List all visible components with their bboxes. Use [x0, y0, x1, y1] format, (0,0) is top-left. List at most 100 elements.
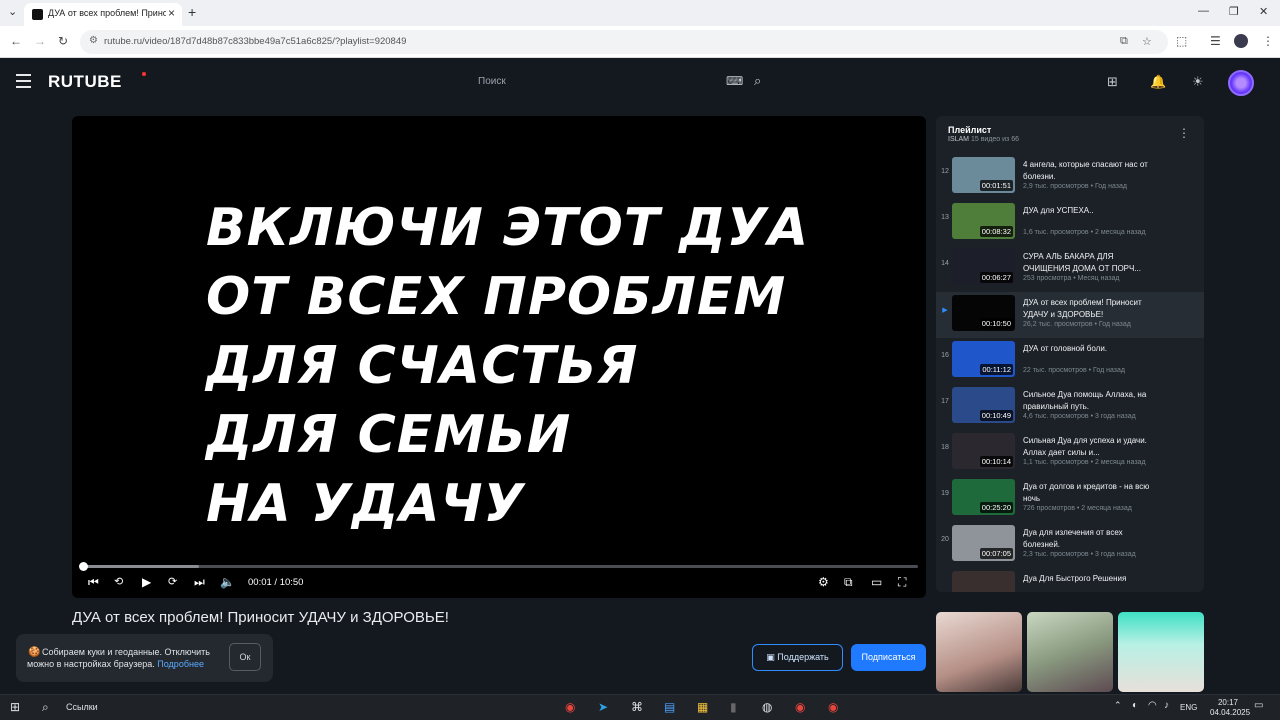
browser-tab-bar: ⌄ ДУА от всех проблем! Прино × + — ❐ ✕ — [0, 0, 1280, 26]
cookie-ok-button[interactable]: Ок — [229, 643, 261, 671]
telegram-icon[interactable]: ➤ — [598, 700, 608, 714]
app-icon[interactable]: ▮ — [730, 700, 737, 714]
taskbar-search-icon[interactable]: ⌕ — [42, 700, 49, 715]
play-icon[interactable]: ▶ — [142, 575, 151, 589]
new-tab-icon[interactable]: + — [188, 4, 196, 20]
speaker-icon[interactable]: ♪ — [1164, 700, 1169, 711]
volume-icon[interactable]: 🔈 — [220, 575, 235, 589]
forward-10-icon[interactable]: ⟳ — [168, 575, 177, 588]
playlist-item-title[interactable]: Дуа от долгов и кредитов - на всю ночь — [1023, 481, 1153, 505]
support-button[interactable]: ▣ Поддержать — [752, 644, 843, 671]
capcut-icon[interactable]: ⌘ — [631, 700, 643, 714]
playlist-item[interactable]: 12 00:01:51 4 ангела, которые спасают нас … — [936, 154, 1204, 200]
install-app-icon[interactable]: ⧉ — [1120, 35, 1128, 48]
minimize-icon[interactable]: — — [1198, 5, 1209, 17]
playlist-item-thumbnail[interactable]: 00:08:32 — [952, 203, 1015, 239]
rewind-10-icon[interactable]: ⟲ — [114, 575, 123, 588]
playlist-item[interactable]: 18 00:10:14 Сильная Дуа для успеха и удачи… — [936, 430, 1204, 476]
playlist-item-thumbnail[interactable]: 00:10:14 — [952, 433, 1015, 469]
upload-video-icon[interactable]: ⊞ — [1107, 74, 1118, 90]
tray-chevron-icon[interactable]: ⌃ — [1114, 700, 1122, 711]
playlist-item-title[interactable]: ДУА от всех проблем! Приносит УДАЧУ и ЗД… — [1023, 297, 1153, 321]
playlist-item[interactable]: Дуа Для Быстрого Решения — [936, 568, 1204, 592]
maximize-icon[interactable]: ❐ — [1229, 5, 1239, 18]
browser-tab[interactable]: ДУА от всех проблем! Прино × — [24, 3, 182, 26]
settings-gear-icon[interactable]: ⚙ — [818, 575, 829, 589]
progress-bar[interactable] — [79, 562, 918, 571]
reading-list-icon[interactable]: ☰ — [1210, 34, 1221, 48]
ad-card[interactable] — [936, 612, 1022, 692]
browser-menu-icon[interactable]: ⋮ — [1262, 34, 1274, 48]
playlist-item[interactable]: 17 00:10:49 Сильное Дуа помощь Аллаха, на … — [936, 384, 1204, 430]
picture-in-picture-icon[interactable]: ⧉ — [844, 575, 853, 590]
playlist-item[interactable]: 16 00:11:12 ДУА от головной боли. 22 тыс. п… — [936, 338, 1204, 384]
chrome-active-icon[interactable]: ◉ — [828, 700, 838, 714]
extensions-icon[interactable]: ⬚ — [1176, 34, 1187, 48]
search-icon[interactable]: ⌕ — [754, 73, 761, 89]
site-info-icon[interactable]: ⚙ — [89, 35, 98, 46]
playlist-item[interactable]: 14 00:06:27 СУРА АЛЬ БАКАРА ДЛЯ ОЧИЩЕНИЯ Д… — [936, 246, 1204, 292]
playlist-name[interactable]: ISLAM — [948, 136, 969, 143]
forward-icon[interactable]: → — [34, 34, 46, 48]
tray-app-icon[interactable]: ◐ — [1132, 700, 1138, 711]
playlist-item[interactable]: 19 00:25:20 Дуа от долгов и кредитов - на … — [936, 476, 1204, 522]
playlist-item[interactable]: 20 00:07:05 Дуа для излечения от всех боле… — [936, 522, 1204, 568]
reload-icon[interactable]: ↻ — [58, 34, 68, 48]
file-explorer-icon[interactable]: ▦ — [697, 700, 708, 714]
notifications-icon[interactable]: ▭ — [1254, 700, 1263, 711]
playlist-item-thumbnail[interactable]: 00:07:05 — [952, 525, 1015, 561]
playlist-item-title[interactable]: СУРА АЛЬ БАКАРА ДЛЯ ОЧИЩЕНИЯ ДОМА ОТ ПОР… — [1023, 251, 1153, 275]
ad-card[interactable] — [1118, 612, 1204, 692]
bookmark-star-icon[interactable]: ☆ — [1142, 35, 1152, 48]
playlist-item-thumbnail[interactable]: 00:25:20 — [952, 479, 1015, 515]
progress-scrubber-handle[interactable] — [79, 562, 89, 571]
windows-start-icon[interactable]: ⊞ — [10, 700, 20, 714]
playlist-item-title[interactable]: Дуа Для Быстрого Решения — [1023, 573, 1153, 585]
playlist-item-title[interactable]: 4 ангела, которые спасают нас от болезни… — [1023, 159, 1153, 183]
back-icon[interactable]: ← — [10, 34, 22, 48]
playlist-item-thumbnail[interactable]: 00:11:12 — [952, 341, 1015, 377]
language-indicator[interactable]: ENG — [1180, 703, 1197, 712]
playlist-item-title[interactable]: Сильное Дуа помощь Аллаха, на правильный… — [1023, 389, 1153, 413]
playlist-more-icon[interactable]: ⋮ — [1178, 126, 1190, 140]
theme-toggle-sun-icon[interactable]: ☀ — [1192, 74, 1204, 90]
search-input[interactable]: Поиск — [478, 76, 506, 87]
rutube-logo[interactable]: RUTUBE — [48, 72, 122, 92]
ad-card[interactable] — [1027, 612, 1113, 692]
notifications-bell-icon[interactable]: 🔔 — [1150, 74, 1166, 90]
playlist-item-thumbnail[interactable]: 00:10:49 — [952, 387, 1015, 423]
next-video-icon[interactable]: ⏭ — [194, 575, 205, 590]
close-window-icon[interactable]: ✕ — [1259, 5, 1268, 18]
user-avatar[interactable] — [1228, 70, 1254, 96]
playlist-item-thumbnail[interactable]: 00:01:51 — [952, 157, 1015, 193]
playlist-item-thumbnail[interactable]: 00:06:27 — [952, 249, 1015, 285]
hamburger-menu-icon[interactable] — [16, 74, 31, 92]
theater-mode-icon[interactable]: ▭ — [871, 575, 882, 589]
browser-profile-avatar[interactable] — [1234, 34, 1248, 48]
taskbar-search-label[interactable]: Ссылки — [66, 702, 98, 712]
chrome-icon[interactable]: ◉ — [795, 700, 805, 714]
search-box[interactable]: Поиск ⌨ ⌕ — [466, 68, 786, 96]
subscribe-button[interactable]: Подписаться — [851, 644, 926, 671]
wifi-icon[interactable]: ◠ — [1148, 700, 1157, 711]
video-player[interactable]: ВКЛЮЧИ ЭТОТ ДУА ОТ ВСЕХ ПРОБЛЕМ ДЛЯ СЧАС… — [72, 116, 926, 598]
close-tab-icon[interactable]: × — [168, 6, 175, 20]
keyboard-icon[interactable]: ⌨ — [726, 74, 743, 88]
playlist-item-thumbnail[interactable]: 00:10:50 — [952, 295, 1015, 331]
playlist-item-title[interactable]: ДУА от головной боли. — [1023, 343, 1153, 355]
address-bar[interactable]: ⚙ rutube.ru/video/187d7d48b87c833bbe49a7… — [80, 30, 1168, 54]
previous-video-icon[interactable]: ⏮ — [88, 575, 99, 590]
tab-search-icon[interactable]: ⌄ — [8, 5, 17, 18]
playlist-item-title[interactable]: Дуа для излечения от всех болезней. — [1023, 527, 1153, 551]
playlist-item-title[interactable]: ДУА для УСПЕХА.. — [1023, 205, 1153, 217]
playlist-item[interactable]: 13 00:08:32 ДУА для УСПЕХА.. 1,6 тыс. просм… — [936, 200, 1204, 246]
cookie-more-link[interactable]: Подробнее — [157, 659, 204, 669]
app-icon[interactable]: ◍ — [762, 700, 772, 714]
clock[interactable]: 20:17 04.04.2025 — [1210, 698, 1250, 718]
fullscreen-icon[interactable]: ⛶ — [898, 575, 906, 590]
playlist-item[interactable]: ▶ 00:10:50 ДУА от всех проблем! Приносит У… — [936, 292, 1204, 338]
app-icon[interactable]: ▤ — [664, 700, 675, 714]
playlist-item-thumbnail[interactable] — [952, 571, 1015, 592]
chrome-icon[interactable]: ◉ — [565, 700, 575, 714]
playlist-item-title[interactable]: Сильная Дуа для успеха и удачи. Аллах да… — [1023, 435, 1153, 459]
